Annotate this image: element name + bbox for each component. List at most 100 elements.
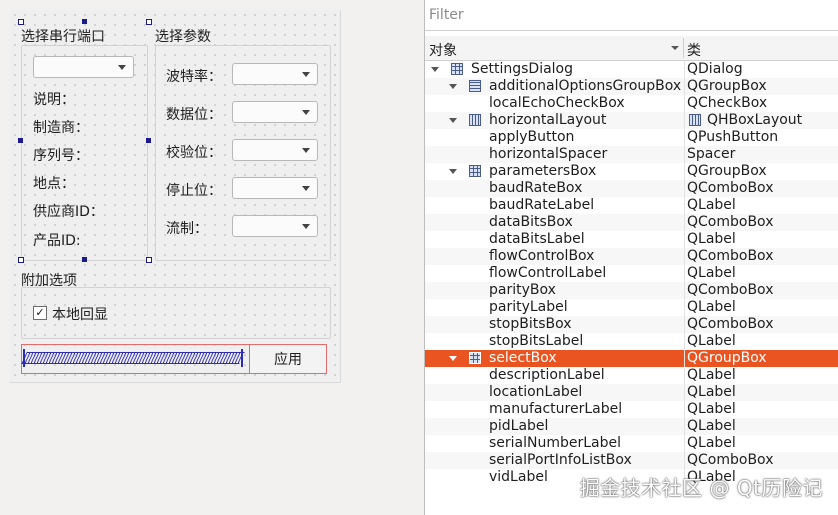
object-name: descriptionLabel bbox=[489, 367, 605, 383]
apply-button[interactable]: 应用 bbox=[249, 344, 327, 374]
tree-row[interactable]: parityLabel QLabel bbox=[425, 299, 838, 316]
object-name: serialNumberLabel bbox=[489, 435, 622, 451]
tree-row[interactable]: flowControlLabel QLabel bbox=[425, 265, 838, 282]
resize-handle[interactable] bbox=[82, 19, 87, 24]
flow-control-combo[interactable] bbox=[232, 215, 318, 237]
expand-arrow-icon[interactable] bbox=[449, 84, 457, 89]
tree-row[interactable]: flowControlBox QComboBox bbox=[425, 248, 838, 265]
resize-handle[interactable] bbox=[18, 257, 24, 263]
object-class: QPushButton bbox=[687, 129, 779, 145]
chevron-down-icon bbox=[302, 224, 310, 229]
description-label: 说明： bbox=[33, 92, 75, 108]
expand-arrow-icon[interactable] bbox=[431, 67, 439, 72]
object-class: QComboBox bbox=[687, 214, 774, 230]
local-echo-checkbox[interactable]: ✓ bbox=[33, 306, 47, 320]
baud-rate-label: 波特率： bbox=[166, 69, 222, 85]
check-icon: ✓ bbox=[35, 306, 45, 319]
object-name: baudRateBox bbox=[489, 180, 583, 196]
object-name: dataBitsLabel bbox=[489, 231, 585, 247]
object-class: QLabel bbox=[687, 333, 736, 349]
resize-handle[interactable] bbox=[146, 138, 151, 143]
chevron-down-icon bbox=[302, 72, 310, 77]
resize-handle[interactable] bbox=[18, 19, 24, 25]
parity-label: 校验位： bbox=[166, 145, 222, 161]
object-name: parametersBox bbox=[489, 163, 597, 179]
column-separator[interactable] bbox=[683, 38, 684, 58]
resize-handle[interactable] bbox=[146, 19, 152, 25]
tree-row[interactable]: localEchoCheckBox QCheckBox bbox=[425, 95, 838, 112]
tree-row[interactable]: locationLabel QLabel bbox=[425, 384, 838, 401]
object-name: applyButton bbox=[489, 129, 575, 145]
tree-row[interactable]: serialNumberLabel QLabel bbox=[425, 435, 838, 452]
expand-arrow-icon[interactable] bbox=[449, 118, 457, 123]
tree-row[interactable]: stopBitsBox QComboBox bbox=[425, 316, 838, 333]
object-class: Spacer bbox=[687, 146, 736, 162]
tree-row[interactable]: pidLabel QLabel bbox=[425, 418, 838, 435]
column-object-header[interactable]: 对象 bbox=[429, 40, 457, 60]
column-divider bbox=[684, 333, 685, 350]
tree-row[interactable]: serialPortInfoListBox QComboBox bbox=[425, 452, 838, 469]
hbox-layout-icon bbox=[689, 114, 701, 126]
column-divider bbox=[684, 299, 685, 316]
tree-row[interactable]: stopBitsLabel QLabel bbox=[425, 333, 838, 350]
object-name: selectBox bbox=[489, 350, 557, 366]
resize-handle[interactable] bbox=[82, 257, 87, 262]
tree-row[interactable]: dataBitsLabel QLabel bbox=[425, 231, 838, 248]
tree-row[interactable]: SettingsDialog QDialog bbox=[425, 61, 838, 78]
stop-bits-combo[interactable] bbox=[232, 177, 318, 199]
tree-row[interactable]: applyButton QPushButton bbox=[425, 129, 838, 146]
object-name: flowControlBox bbox=[489, 248, 595, 264]
column-divider bbox=[684, 367, 685, 384]
tree-row[interactable]: parametersBox QGroupBox bbox=[425, 163, 838, 180]
filter-placeholder: Filter bbox=[429, 7, 464, 23]
serial-number-label: 序列号： bbox=[33, 148, 89, 164]
column-divider bbox=[684, 163, 685, 180]
tree-row[interactable]: descriptionLabel QLabel bbox=[425, 367, 838, 384]
object-class: QCheckBox bbox=[687, 95, 768, 111]
tree-row[interactable]: horizontalLayout QHBoxLayout bbox=[425, 112, 838, 129]
column-class-header[interactable]: 类 bbox=[687, 40, 701, 60]
tree-row[interactable]: baudRateBox QComboBox bbox=[425, 180, 838, 197]
location-label: 地点： bbox=[33, 176, 75, 192]
product-id-label: 产品ID: bbox=[33, 233, 81, 249]
manufacturer-label: 制造商： bbox=[33, 120, 89, 136]
object-class: QComboBox bbox=[687, 248, 774, 264]
tree-row[interactable]: manufacturerLabel QLabel bbox=[425, 401, 838, 418]
filter-input[interactable]: Filter bbox=[425, 0, 838, 31]
stop-bits-label: 停止位： bbox=[166, 183, 222, 199]
tree-row[interactable]: parityBox QComboBox bbox=[425, 282, 838, 299]
object-name: flowControlLabel bbox=[489, 265, 607, 281]
object-class: QLabel bbox=[687, 367, 736, 383]
tree-row[interactable]: horizontalSpacer Spacer bbox=[425, 146, 838, 163]
column-divider bbox=[684, 231, 685, 248]
object-inspector: Filter 对象 类 SettingsDialog QDialog additio… bbox=[424, 0, 838, 515]
column-divider bbox=[684, 61, 685, 78]
column-divider bbox=[684, 180, 685, 197]
resize-handle[interactable] bbox=[18, 138, 23, 143]
object-class: QDialog bbox=[687, 61, 743, 77]
object-class: QGroupBox bbox=[687, 350, 767, 366]
object-class: QLabel bbox=[687, 401, 736, 417]
column-divider bbox=[684, 418, 685, 435]
object-class: QHBoxLayout bbox=[707, 112, 803, 128]
object-class: QLabel bbox=[687, 418, 736, 434]
object-class: QGroupBox bbox=[687, 163, 767, 179]
tree-row[interactable]: dataBitsBox QComboBox bbox=[425, 214, 838, 231]
tree-row[interactable]: additionalOptionsGroupBox QGroupBox bbox=[425, 78, 838, 95]
tree-row[interactable]: selectBox QGroupBox bbox=[425, 350, 838, 367]
resize-handle[interactable] bbox=[146, 257, 152, 263]
object-class: QLabel bbox=[687, 299, 736, 315]
parity-combo[interactable] bbox=[232, 139, 318, 161]
tree-row[interactable]: baudRateLabel QLabel bbox=[425, 197, 838, 214]
chevron-down-icon bbox=[118, 65, 126, 70]
object-name: dataBitsBox bbox=[489, 214, 573, 230]
watermark: 掘金技术社区 @ Qt历险记 bbox=[579, 476, 823, 500]
object-class: QGroupBox bbox=[687, 78, 767, 94]
grid-layout-icon bbox=[451, 63, 463, 75]
serial-port-combo[interactable] bbox=[33, 56, 134, 78]
object-class: QLabel bbox=[687, 197, 736, 213]
expand-arrow-icon[interactable] bbox=[449, 169, 457, 174]
baud-rate-combo[interactable] bbox=[232, 63, 318, 85]
data-bits-combo[interactable] bbox=[232, 101, 318, 123]
expand-arrow-icon[interactable] bbox=[449, 356, 457, 361]
